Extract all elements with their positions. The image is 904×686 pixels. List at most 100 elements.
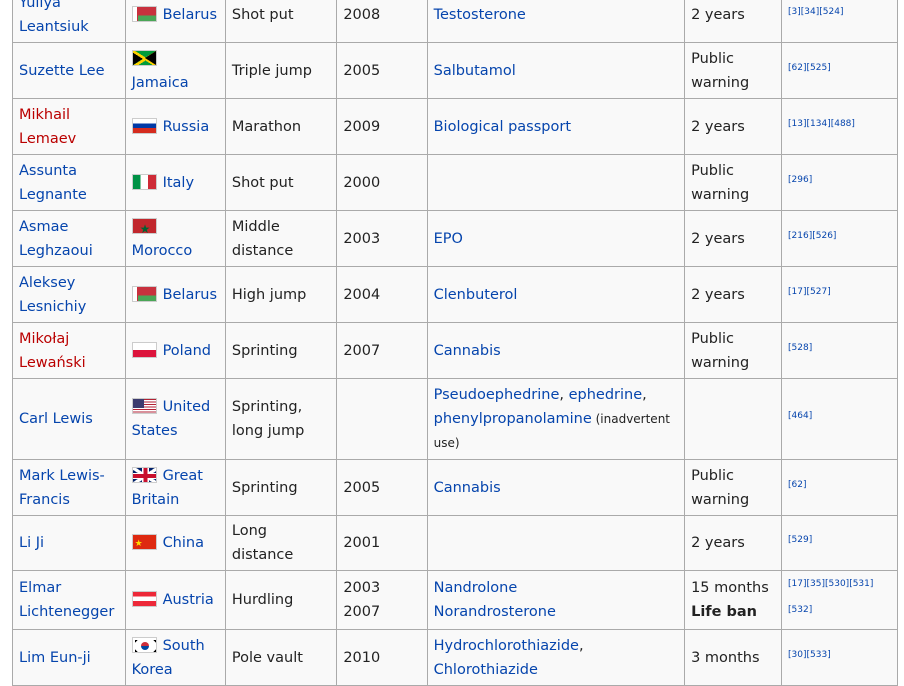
year-cell: 2008 — [336, 0, 428, 43]
athlete-link[interactable]: Yuliya Leantsiuk — [19, 0, 89, 35]
country-link[interactable]: China — [163, 535, 204, 551]
athlete-link[interactable]: Asmae Leghzaoui — [19, 219, 93, 259]
table-row: Elmar Lichtenegger Austria Hurdling 2003 200… — [12, 570, 898, 630]
country-link[interactable]: Belarus — [163, 7, 218, 23]
reference-link[interactable]: [529] — [788, 535, 812, 545]
country-link[interactable]: Morocco — [132, 243, 193, 259]
table-row: Mark Lewis-Francis Great Britain Sprinting… — [12, 459, 898, 516]
substance-link[interactable]: Testosterone — [434, 7, 526, 23]
reference-link[interactable]: [62][525] — [788, 63, 831, 73]
year-cell: 2001 — [336, 515, 428, 571]
country-cell: Austria — [124, 570, 226, 630]
doping-cases-table: Yuliya Leantsiuk Belarus Shot put 2008 Testo… — [12, 0, 898, 686]
references-cell: [13][134][488] — [781, 98, 898, 155]
sanction-value: Public warning — [691, 330, 750, 371]
substance-link[interactable]: Clenbuterol — [434, 287, 518, 303]
country-link[interactable]: Russia — [163, 119, 210, 135]
references-cell: [17][35][530][531][532] — [781, 570, 898, 630]
country-link[interactable]: Jamaica — [132, 75, 189, 91]
substance-link[interactable]: Nandrolone — [434, 580, 518, 596]
year-cell: 2007 — [336, 322, 428, 379]
year-cell: 2004 — [336, 266, 428, 323]
flag-icon — [131, 217, 157, 234]
athlete-cell: Li Ji — [12, 515, 126, 571]
year-value: 2001 — [343, 535, 381, 551]
substance-link[interactable]: Norandrosterone — [434, 604, 556, 620]
country-link[interactable]: Austria — [163, 592, 214, 608]
references-cell: [62] — [781, 459, 898, 516]
substance-link[interactable]: ephedrine — [569, 387, 643, 403]
athlete-link[interactable]: Carl Lewis — [19, 411, 93, 427]
athlete-link[interactable]: Aleksey Lesnichiy — [19, 275, 86, 315]
substance-cell: Salbutamol — [426, 42, 686, 99]
athlete-link[interactable]: Assunta Legnante — [19, 163, 87, 203]
sanction-value: 2 years — [691, 230, 745, 247]
references-cell: [30][533] — [781, 629, 898, 686]
table-row: Assunta Legnante Italy Shot put 2000 Public … — [12, 154, 898, 211]
event-cell: Sprinting — [224, 459, 338, 516]
country-cell: Italy — [124, 154, 226, 211]
event-cell: Sprinting — [224, 322, 338, 379]
references-cell: [529] — [781, 515, 898, 571]
athlete-link[interactable]: Mikhail Lemaev — [19, 107, 76, 147]
reference-link[interactable]: [13][134][488] — [788, 119, 855, 129]
references-cell: [3][34][524] — [781, 0, 898, 43]
reference-link[interactable]: [216][526] — [788, 231, 836, 241]
sanction-cell: 3 months — [684, 629, 783, 686]
substance-cell: Cannabis — [426, 322, 686, 379]
reference-link[interactable]: [3][34][524] — [788, 7, 843, 17]
athlete-link[interactable]: Lim Eun-ji — [19, 650, 91, 666]
reference-link[interactable]: [296] — [788, 175, 812, 185]
athlete-link[interactable]: Li Ji — [19, 535, 44, 551]
country-link[interactable]: Poland — [163, 343, 211, 359]
athlete-cell: Mark Lewis-Francis — [12, 459, 126, 516]
country-cell: South Korea — [124, 629, 226, 686]
table-row: Suzette Lee Jamaica Triple jump 2005 Salbuta… — [12, 42, 898, 99]
sanction-cell: 2 years — [684, 98, 783, 155]
sanction-cell: Public warning — [684, 322, 783, 379]
athlete-cell: Mikhail Lemaev — [12, 98, 126, 155]
event-cell: Shot put — [224, 0, 338, 43]
reference-link[interactable]: [17][527] — [788, 287, 831, 297]
substance-link[interactable]: Cannabis — [434, 343, 501, 359]
references-cell: [17][527] — [781, 266, 898, 323]
flag-icon — [131, 49, 157, 66]
flag-icon — [131, 534, 157, 550]
year-cell: 2000 — [336, 154, 428, 211]
flag-icon — [131, 591, 157, 607]
year-cell: 2005 — [336, 42, 428, 99]
table-row: Lim Eun-ji South Korea Pole vault 2010 Hydro… — [12, 629, 898, 686]
reference-link[interactable]: [62] — [788, 480, 806, 490]
substance-link[interactable]: Biological passport — [434, 119, 571, 135]
year-value: 2010 — [343, 649, 381, 666]
athlete-link[interactable]: Suzette Lee — [19, 63, 105, 79]
substance-link[interactable]: EPO — [434, 231, 463, 247]
country-link[interactable]: Italy — [163, 175, 194, 191]
athlete-link[interactable]: Mark Lewis-Francis — [19, 468, 105, 508]
year-value: 2005 — [343, 479, 381, 496]
athlete-link[interactable]: Mikołaj Lewański — [19, 331, 86, 371]
substance-link[interactable]: Cannabis — [434, 480, 501, 496]
reference-link[interactable]: [30][533] — [788, 650, 831, 660]
sanction-cell — [684, 378, 783, 460]
country-link[interactable]: Belarus — [163, 287, 218, 303]
references-cell: [464] — [781, 378, 898, 460]
year-value: 2003 — [343, 580, 381, 596]
country-cell: Jamaica — [124, 42, 226, 99]
substance-link[interactable]: Pseudoephedrine — [434, 387, 560, 403]
event-cell: Hurdling — [224, 570, 338, 630]
athlete-link[interactable]: Elmar Lichtenegger — [19, 580, 114, 620]
table-body: Yuliya Leantsiuk Belarus Shot put 2008 Testo… — [12, 0, 898, 686]
reference-link[interactable]: [528] — [788, 343, 812, 353]
substance-link[interactable]: Hydrochlorothiazide — [434, 638, 579, 654]
sanction-value: 2 years — [691, 118, 745, 135]
athlete-cell: Lim Eun-ji — [12, 629, 126, 686]
substance-link[interactable]: phenylpropanolamine — [434, 411, 592, 427]
substance-link[interactable]: Chlorothiazide — [434, 662, 538, 678]
substance-link[interactable]: Salbutamol — [434, 63, 516, 79]
reference-link[interactable]: [17][35][530][531][532] — [788, 579, 873, 615]
sanction-cell: 2 years — [684, 266, 783, 323]
country-cell: United States — [124, 378, 226, 460]
year-value: 2007 — [343, 342, 381, 359]
reference-link[interactable]: [464] — [788, 411, 812, 421]
